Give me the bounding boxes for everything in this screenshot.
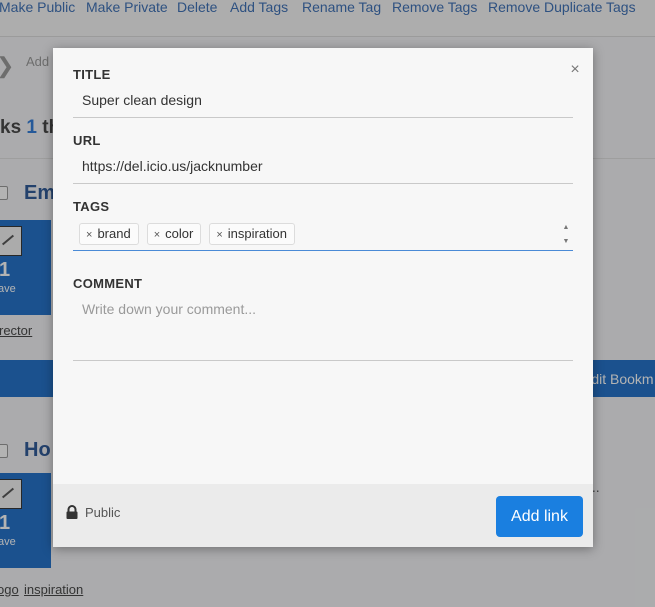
tag-chip: × brand bbox=[79, 223, 139, 245]
remove-tag-icon[interactable]: × bbox=[216, 229, 222, 241]
tags-field[interactable]: TAGS × brand × color × inspiration ▲ ▼ bbox=[73, 199, 573, 251]
add-link-dialog: × TITLE Super clean design URL https://d… bbox=[53, 48, 593, 547]
remove-tag-icon[interactable]: × bbox=[86, 229, 92, 241]
scroll-arrows[interactable]: ▲ ▼ bbox=[561, 221, 571, 249]
tag-chip: × color bbox=[146, 223, 202, 245]
comment-label: COMMENT bbox=[73, 276, 143, 291]
url-input[interactable]: https://del.icio.us/jacknumber bbox=[82, 158, 573, 174]
url-field[interactable]: URL https://del.icio.us/jacknumber bbox=[73, 133, 573, 184]
tag-chip-label: color bbox=[165, 226, 194, 241]
title-label: TITLE bbox=[73, 67, 111, 82]
visibility-label[interactable]: Public bbox=[85, 505, 120, 520]
comment-field[interactable]: COMMENT bbox=[73, 276, 573, 361]
tag-chip-label: brand bbox=[97, 226, 131, 241]
dialog-footer: Public Add link bbox=[53, 484, 593, 547]
remove-tag-icon[interactable]: × bbox=[154, 229, 160, 241]
url-label: URL bbox=[73, 133, 101, 148]
title-input[interactable]: Super clean design bbox=[82, 92, 573, 108]
scroll-up-icon[interactable]: ▲ bbox=[561, 221, 571, 235]
tags-input[interactable]: × brand × color × inspiration ▲ ▼ bbox=[73, 223, 573, 247]
tag-chip: × inspiration bbox=[209, 223, 296, 245]
scroll-down-icon[interactable]: ▼ bbox=[561, 235, 571, 249]
tags-label: TAGS bbox=[73, 199, 110, 214]
comment-input[interactable] bbox=[82, 301, 562, 341]
tag-chip-label: inspiration bbox=[227, 226, 288, 241]
title-field[interactable]: TITLE Super clean design bbox=[73, 67, 573, 118]
add-link-button[interactable]: Add link bbox=[496, 496, 583, 537]
lock-icon[interactable] bbox=[65, 505, 79, 519]
